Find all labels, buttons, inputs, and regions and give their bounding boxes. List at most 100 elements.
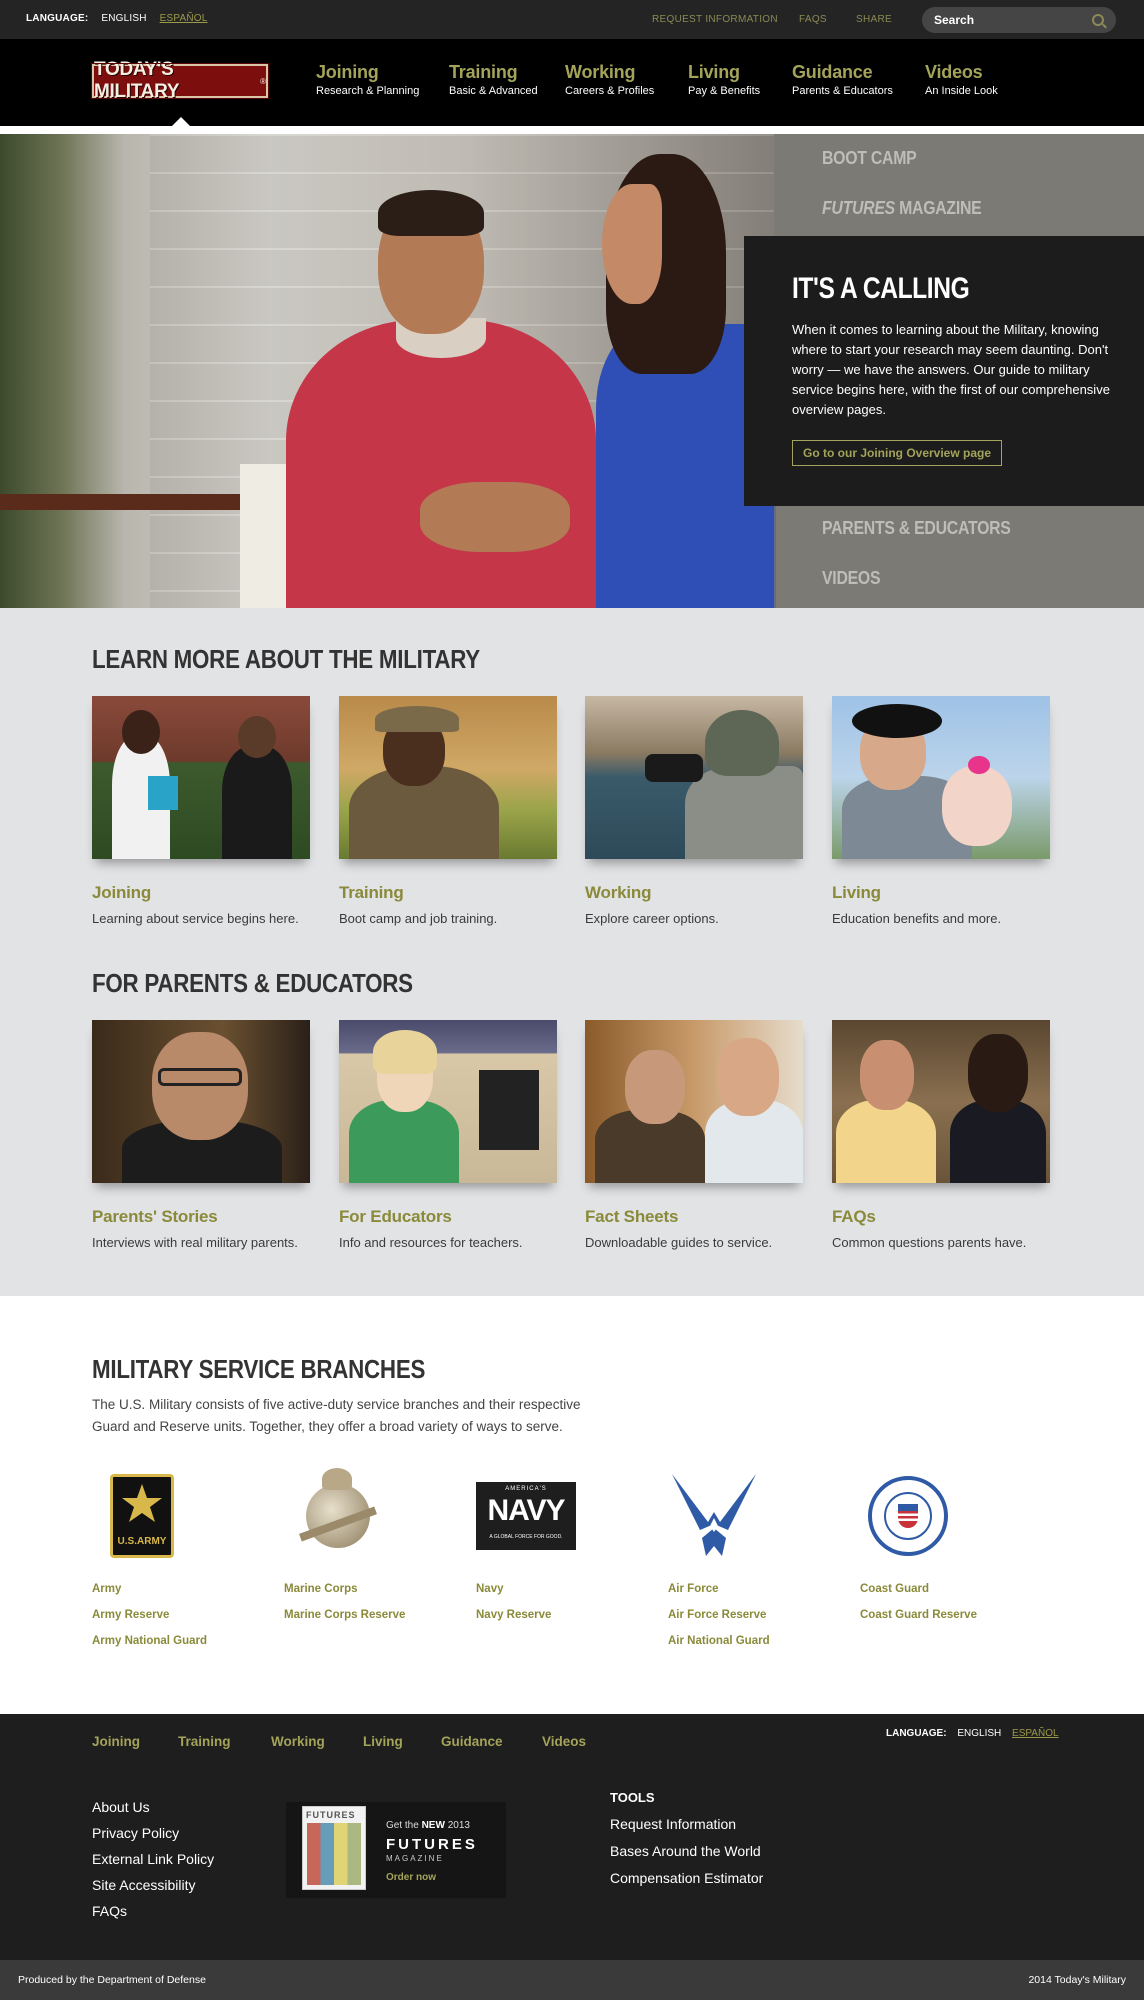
nav-item-videos[interactable]: Videos An Inside Look <box>925 62 998 97</box>
tool-compensation-estimator-link[interactable]: Compensation Estimator <box>610 1865 763 1892</box>
nav-title: Guidance <box>792 62 873 82</box>
futures-rest: MAGAZINE <box>894 198 982 218</box>
footer-language-selector: LANGUAGE: ENGLISH ESPAÑOL <box>886 1728 1059 1739</box>
card-parents-stories[interactable]: Parents' Stories Interviews with real mi… <box>92 1020 310 1250</box>
language-label: LANGUAGE: <box>26 13 89 24</box>
card-description: Learning about service begins here. <box>92 911 299 926</box>
navy-logo-tagline: A GLOBAL FORCE FOR GOOD. <box>489 1534 563 1540</box>
promo-order-now-link[interactable]: Order now <box>386 1872 436 1883</box>
nav-item-guidance[interactable]: Guidance Parents & Educators <box>792 62 893 97</box>
nav-item-working[interactable]: Working Careers & Profiles <box>565 62 654 97</box>
language-english-link[interactable]: ENGLISH <box>101 13 146 24</box>
air-force-wings-icon[interactable] <box>668 1464 778 1564</box>
nav-item-joining[interactable]: Joining Research & Planning <box>316 62 419 97</box>
parents-stories-photo <box>92 1020 310 1183</box>
photo-figure-head <box>238 716 276 758</box>
about-us-link[interactable]: About Us <box>92 1794 214 1820</box>
photo-binoculars <box>645 754 703 782</box>
navy-link[interactable]: Navy <box>476 1576 551 1602</box>
army-national-guard-link[interactable]: Army National Guard <box>92 1628 207 1654</box>
footer-nav-videos[interactable]: Videos <box>542 1734 586 1749</box>
privacy-policy-link[interactable]: Privacy Policy <box>92 1820 214 1846</box>
army-link[interactable]: Army <box>92 1576 207 1602</box>
faqs-photo <box>832 1020 1050 1183</box>
working-photo <box>585 696 803 859</box>
footer-language-spanish[interactable]: ESPAÑOL <box>1012 1728 1059 1739</box>
search-icon[interactable] <box>1092 14 1104 26</box>
footer-nav-living[interactable]: Living <box>363 1734 403 1749</box>
promo-futures-title: FUTURES <box>386 1836 478 1853</box>
card-description: Education benefits and more. <box>832 911 1002 926</box>
army-reserve-link[interactable]: Army Reserve <box>92 1602 207 1628</box>
request-information-link[interactable]: REQUEST INFORMATION <box>652 14 778 25</box>
photo-figure <box>950 1100 1046 1183</box>
air-force-reserve-link[interactable]: Air Force Reserve <box>668 1602 770 1628</box>
language-spanish-link[interactable]: ESPAÑOL <box>160 13 208 24</box>
photo-glasses <box>158 1068 242 1086</box>
coast-guard-link[interactable]: Coast Guard <box>860 1576 977 1602</box>
training-photo <box>339 696 557 859</box>
living-photo <box>832 696 1050 859</box>
callout-text: When it comes to learning about the Mili… <box>792 322 1110 417</box>
hero-menu-videos[interactable]: VIDEOS <box>822 568 881 589</box>
card-working[interactable]: Working Explore career options. <box>585 696 803 926</box>
photo-monitor <box>479 1070 539 1150</box>
nav-subtitle: Careers & Profiles <box>565 85 655 97</box>
tool-request-information-link[interactable]: Request Information <box>610 1811 763 1838</box>
army-star-shape <box>122 1484 162 1522</box>
marine-corps-link[interactable]: Marine Corps <box>284 1576 405 1602</box>
hero-menu-boot-camp[interactable]: BOOT CAMP <box>822 148 917 169</box>
todays-military-logo[interactable]: TODAY'S MILITARY ® <box>91 59 269 102</box>
card-description: Explore career options. <box>585 911 719 926</box>
hero-callout: IT'S A CALLING When it comes to learning… <box>744 236 1144 506</box>
main-navigation: TODAY'S MILITARY ® Joining Research & Pla… <box>0 40 1144 130</box>
site-accessibility-link[interactable]: Site Accessibility <box>92 1872 214 1898</box>
marine-corps-reserve-link[interactable]: Marine Corps Reserve <box>284 1602 405 1628</box>
army-star-icon[interactable]: U.S.ARMY <box>92 1464 202 1564</box>
coast-guard-reserve-link[interactable]: Coast Guard Reserve <box>860 1602 977 1628</box>
navy-logo-icon[interactable]: AMERICA'S NAVY A GLOBAL FORCE FOR GOOD. <box>476 1464 586 1564</box>
external-link-policy-link[interactable]: External Link Policy <box>92 1846 214 1872</box>
marine-corps-emblem-icon[interactable] <box>284 1464 394 1564</box>
footer-nav-training[interactable]: Training <box>178 1734 231 1749</box>
air-force-links: Air Force Air Force Reserve Air National… <box>668 1576 770 1654</box>
card-title: Fact Sheets <box>585 1207 679 1226</box>
air-national-guard-link[interactable]: Air National Guard <box>668 1628 770 1654</box>
hero-banner: BOOT CAMP FUTURES MAGAZINE PARENTS & EDU… <box>0 134 1144 608</box>
nav-item-training[interactable]: Training Basic & Advanced <box>449 62 538 97</box>
photo-baby <box>942 766 1012 846</box>
nav-active-caret-icon <box>168 117 194 130</box>
service-branches-title: MILITARY SERVICE BRANCHES <box>92 1354 426 1384</box>
footer-faqs-link[interactable]: FAQs <box>92 1898 214 1924</box>
nav-subtitle: Basic & Advanced <box>449 85 538 97</box>
search-input[interactable] <box>934 12 1084 28</box>
photo-figure <box>222 746 292 859</box>
bottom-bar: Produced by the Department of Defense 20… <box>0 1960 1144 2000</box>
tool-bases-around-world-link[interactable]: Bases Around the World <box>610 1838 763 1865</box>
magazine-cover-title: FUTURES <box>306 1810 356 1820</box>
card-for-educators[interactable]: For Educators Info and resources for tea… <box>339 1020 557 1250</box>
hero-menu-parents-educators[interactable]: PARENTS & EDUCATORS <box>822 518 1011 539</box>
photo-beret <box>852 704 942 738</box>
card-faqs[interactable]: FAQs Common questions parents have. <box>832 1020 1050 1250</box>
nav-item-living[interactable]: Living Pay & Benefits <box>688 62 760 97</box>
card-title: Training <box>339 883 404 902</box>
footer-nav-working[interactable]: Working <box>271 1734 325 1749</box>
card-training[interactable]: Training Boot camp and job training. <box>339 696 557 926</box>
futures-magazine-promo[interactable]: FUTURES Get the NEW 2013 FUTURES MAGAZIN… <box>286 1802 506 1898</box>
share-link[interactable]: SHARE <box>856 14 892 25</box>
navy-reserve-link[interactable]: Navy Reserve <box>476 1602 551 1628</box>
photo-hair <box>373 1030 437 1074</box>
faqs-link[interactable]: FAQS <box>799 14 827 25</box>
joining-overview-button[interactable]: Go to our Joining Overview page <box>792 440 1003 466</box>
coast-guard-seal-icon[interactable] <box>860 1464 970 1564</box>
card-fact-sheets[interactable]: Fact Sheets Downloadable guides to servi… <box>585 1020 803 1250</box>
hero-menu-futures-magazine[interactable]: FUTURES MAGAZINE <box>822 198 982 219</box>
promo-year: 2013 <box>444 1820 470 1831</box>
air-force-link[interactable]: Air Force <box>668 1576 770 1602</box>
footer-nav-guidance[interactable]: Guidance <box>441 1734 503 1749</box>
footer-language-english[interactable]: ENGLISH <box>957 1728 1001 1739</box>
card-living[interactable]: Living Education benefits and more. <box>832 696 1050 926</box>
footer-nav-joining[interactable]: Joining <box>92 1734 140 1749</box>
card-joining[interactable]: Joining Learning about service begins he… <box>92 696 310 926</box>
